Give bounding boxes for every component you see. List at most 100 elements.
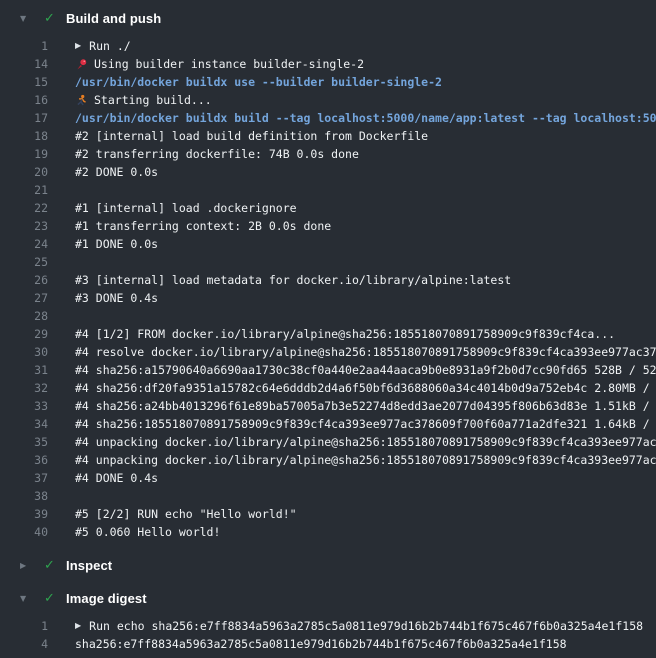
line-number-link[interactable]: 39 bbox=[0, 505, 48, 523]
log-line: 16 Starting build... bbox=[0, 91, 656, 109]
line-number-link[interactable]: 17 bbox=[0, 109, 48, 127]
section-header-inspect[interactable]: ▶✓Inspect bbox=[0, 549, 656, 582]
section-header-image-digest[interactable]: ▼✓Image digest bbox=[0, 582, 656, 615]
log-text: #4 sha256:a15790640a6690aa1730c38cf0a440… bbox=[75, 361, 656, 379]
run-group-toggle-icon[interactable]: ▶ bbox=[75, 622, 81, 630]
line-number-link[interactable]: 4 bbox=[0, 635, 48, 653]
line-number-link[interactable]: 24 bbox=[0, 235, 48, 253]
log-line: 31 #4 sha256:a15790640a6690aa1730c38cf0a4… bbox=[0, 361, 656, 379]
line-number-link[interactable]: 1 bbox=[0, 37, 48, 55]
log-text-content: Using builder instance builder-single-2 bbox=[94, 55, 364, 73]
log-text: #5 0.060 Hello world! bbox=[75, 523, 220, 541]
log-text: #1 transferring context: 2B 0.0s done bbox=[75, 217, 331, 235]
workflow-log: ▼✓Build and push1▶Run ./14Using builder … bbox=[0, 0, 656, 658]
log-line: 1 ▶ Run ./ bbox=[0, 37, 656, 55]
line-number-link[interactable]: 38 bbox=[0, 487, 48, 505]
line-number-link[interactable]: 18 bbox=[0, 127, 48, 145]
log-line: 4 sha256:e7ff8834a5963a2785c5a0811e979d16… bbox=[0, 635, 656, 653]
log-text-content: sha256:e7ff8834a5963a2785c5a0811e979d16b… bbox=[75, 635, 567, 653]
log-text: #5 [2/2] RUN echo "Hello world!" bbox=[75, 505, 297, 523]
log-line: 35 #4 unpacking docker.io/library/alpine@… bbox=[0, 433, 656, 451]
line-number-link[interactable]: 36 bbox=[0, 451, 48, 469]
chevron-down-icon: ▼ bbox=[20, 15, 34, 23]
line-number-link[interactable]: 33 bbox=[0, 397, 48, 415]
log-section-inspect: ▶✓Inspect bbox=[0, 549, 656, 582]
log-text-command: /usr/bin/docker buildx use --builder bui… bbox=[75, 73, 442, 91]
log-line: 36 #4 unpacking docker.io/library/alpine@… bbox=[0, 451, 656, 469]
log-section-build-and-push: ▼✓Build and push1▶Run ./14Using builder … bbox=[0, 2, 656, 549]
log-line: 30 #4 resolve docker.io/library/alpine@sh… bbox=[0, 343, 656, 361]
log-text-content: #4 resolve docker.io/library/alpine@sha2… bbox=[75, 343, 656, 361]
log-line: 21 bbox=[0, 181, 656, 199]
runner-icon bbox=[75, 94, 88, 107]
line-number-link[interactable]: 15 bbox=[0, 73, 48, 91]
pushpin-icon bbox=[75, 58, 88, 71]
run-group-toggle-icon[interactable]: ▶ bbox=[75, 42, 81, 50]
line-number-link[interactable]: 23 bbox=[0, 217, 48, 235]
log-line: 29 #4 [1/2] FROM docker.io/library/alpine… bbox=[0, 325, 656, 343]
line-number-link[interactable]: 20 bbox=[0, 163, 48, 181]
log-line: 23 #1 transferring context: 2B 0.0s done bbox=[0, 217, 656, 235]
log-text: #4 sha256:185518070891758909c9f839cf4ca3… bbox=[75, 415, 656, 433]
line-number-link[interactable]: 29 bbox=[0, 325, 48, 343]
log-text-content: #4 sha256:a15790640a6690aa1730c38cf0a440… bbox=[75, 361, 656, 379]
log-line: 14 Using builder instance builder-single-… bbox=[0, 55, 656, 73]
log-text: #4 sha256:a24bb4013296f61e89ba57005a7b3e… bbox=[75, 397, 656, 415]
log-line: 28 bbox=[0, 307, 656, 325]
log-text: #4 DONE 0.4s bbox=[75, 469, 158, 487]
line-number-link[interactable]: 37 bbox=[0, 469, 48, 487]
line-number-link[interactable]: 26 bbox=[0, 271, 48, 289]
line-number-link[interactable]: 30 bbox=[0, 343, 48, 361]
section-title: Inspect bbox=[66, 558, 112, 573]
line-number-link[interactable]: 1 bbox=[0, 617, 48, 635]
line-number-link[interactable]: 34 bbox=[0, 415, 48, 433]
log-line: 32#4 sha256:df20fa9351a15782c64e6dddb2d4… bbox=[0, 379, 656, 397]
line-number-link[interactable]: 25 bbox=[0, 253, 48, 271]
log-text: ▶Run echo sha256:e7ff8834a5963a2785c5a08… bbox=[75, 617, 643, 635]
log-text-content: #4 [1/2] FROM docker.io/library/alpine@s… bbox=[75, 325, 615, 343]
log-text: #4 unpacking docker.io/library/alpine@sh… bbox=[75, 433, 656, 451]
log-section-image-digest: ▼✓Image digest 1 ▶Run echo sha256:e7ff8834… bbox=[0, 582, 656, 658]
success-check-icon: ✓ bbox=[44, 12, 66, 25]
line-number-link[interactable]: 32 bbox=[0, 379, 48, 397]
line-number-link[interactable]: 22 bbox=[0, 199, 48, 217]
log-text-content: Run ./ bbox=[89, 37, 131, 55]
log-lines: 1 ▶Run echo sha256:e7ff8834a5963a2785c5a0… bbox=[0, 615, 656, 658]
log-text-content: /usr/bin/docker buildx use --builder bui… bbox=[75, 73, 442, 91]
log-text-content: #3 [internal] load metadata for docker.i… bbox=[75, 271, 511, 289]
line-number-link[interactable]: 31 bbox=[0, 361, 48, 379]
log-text: #4 resolve docker.io/library/alpine@sha2… bbox=[75, 343, 656, 361]
log-text-content: #2 [internal] load build definition from… bbox=[75, 127, 428, 145]
line-number-link[interactable]: 28 bbox=[0, 307, 48, 325]
line-number-link[interactable]: 21 bbox=[0, 181, 48, 199]
log-text: #2 transferring dockerfile: 74B 0.0s don… bbox=[75, 145, 359, 163]
log-line: 33 #4 sha256:a24bb4013296f61e89ba57005a7b… bbox=[0, 397, 656, 415]
log-text-content: #4 unpacking docker.io/library/alpine@sh… bbox=[75, 451, 656, 469]
line-number-link[interactable]: 40 bbox=[0, 523, 48, 541]
log-line: 39 #5 [2/2] RUN echo "Hello world!" bbox=[0, 505, 656, 523]
log-text: #1 [internal] load .dockerignore bbox=[75, 199, 297, 217]
log-text-content: #4 DONE 0.4s bbox=[75, 469, 158, 487]
success-check-icon: ✓ bbox=[44, 592, 66, 605]
log-line: 15/usr/bin/docker buildx use --builder b… bbox=[0, 73, 656, 91]
log-text: Starting build... bbox=[75, 91, 212, 109]
log-text-content: #3 DONE 0.4s bbox=[75, 289, 158, 307]
log-line: 27 #3 DONE 0.4s bbox=[0, 289, 656, 307]
log-text-content: #1 transferring context: 2B 0.0s done bbox=[75, 217, 331, 235]
line-number-link[interactable]: 35 bbox=[0, 433, 48, 451]
log-text-content: #2 transferring dockerfile: 74B 0.0s don… bbox=[75, 145, 359, 163]
log-line: 38 bbox=[0, 487, 656, 505]
line-number-link[interactable]: 27 bbox=[0, 289, 48, 307]
log-line: 24 #1 DONE 0.0s bbox=[0, 235, 656, 253]
log-text-content: #1 DONE 0.0s bbox=[75, 235, 158, 253]
log-line: 22 #1 [internal] load .dockerignore bbox=[0, 199, 656, 217]
section-header-build-and-push[interactable]: ▼✓Build and push bbox=[0, 2, 656, 35]
line-number-link[interactable]: 19 bbox=[0, 145, 48, 163]
line-number-link[interactable]: 14 bbox=[0, 55, 48, 73]
line-number-link[interactable]: 16 bbox=[0, 91, 48, 109]
log-text: sha256:e7ff8834a5963a2785c5a0811e979d16b… bbox=[75, 635, 567, 653]
log-text-content: #5 [2/2] RUN echo "Hello world!" bbox=[75, 505, 297, 523]
log-text-content: #4 unpacking docker.io/library/alpine@sh… bbox=[75, 433, 656, 451]
log-text-content: #4 sha256:a24bb4013296f61e89ba57005a7b3e… bbox=[75, 397, 656, 415]
log-text: Using builder instance builder-single-2 bbox=[75, 55, 364, 73]
